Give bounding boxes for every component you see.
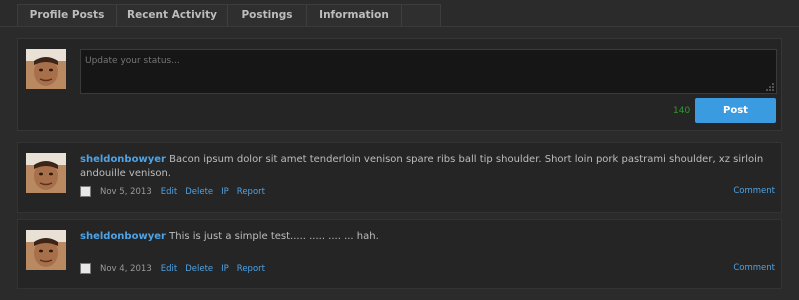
user-avatar-icon xyxy=(26,230,66,270)
profile-post: sheldonbowyer This is just a simple test… xyxy=(17,219,782,289)
avatar xyxy=(26,49,66,89)
comment-link[interactable]: Comment xyxy=(733,263,775,273)
edit-link[interactable]: Edit xyxy=(161,264,177,274)
select-checkbox[interactable] xyxy=(80,263,91,274)
post-message: Bacon ipsum dolor sit amet tenderloin ve… xyxy=(80,154,764,179)
tab-extra[interactable] xyxy=(402,5,440,27)
author-link[interactable]: sheldonbowyer xyxy=(80,154,166,165)
tab-information[interactable]: Information xyxy=(307,5,402,27)
user-avatar-icon xyxy=(26,153,66,193)
delete-link[interactable]: Delete xyxy=(185,264,213,274)
delete-link[interactable]: Delete xyxy=(185,187,213,197)
post-meta: Nov 5, 2013 Edit Delete IP Report xyxy=(80,186,273,197)
post-meta: Nov 4, 2013 Edit Delete IP Report xyxy=(80,263,273,274)
tab-recent-activity[interactable]: Recent Activity xyxy=(117,5,228,27)
resize-grip-icon[interactable] xyxy=(765,82,775,92)
tab-profile-posts[interactable]: Profile Posts xyxy=(18,5,117,27)
select-checkbox[interactable] xyxy=(80,186,91,197)
status-update-box: 140 Post xyxy=(17,38,782,131)
post-date: Nov 5, 2013 xyxy=(100,186,152,197)
comment-link[interactable]: Comment xyxy=(733,186,775,196)
status-input[interactable] xyxy=(80,49,777,94)
report-link[interactable]: Report xyxy=(237,187,265,197)
tab-postings[interactable]: Postings xyxy=(228,5,307,27)
post-body: sheldonbowyer This is just a simple test… xyxy=(80,230,770,244)
post-date: Nov 4, 2013 xyxy=(100,263,152,274)
report-link[interactable]: Report xyxy=(237,264,265,274)
author-link[interactable]: sheldonbowyer xyxy=(80,231,166,242)
post-body: sheldonbowyer Bacon ipsum dolor sit amet… xyxy=(80,153,770,181)
profile-post: sheldonbowyer Bacon ipsum dolor sit amet… xyxy=(17,142,782,213)
post-message: This is just a simple test..... ..... ..… xyxy=(169,231,379,242)
profile-tabs: Profile Posts Recent Activity Postings I… xyxy=(17,4,441,27)
avatar[interactable] xyxy=(26,230,66,270)
ip-link[interactable]: IP xyxy=(221,264,229,274)
user-avatar-icon xyxy=(26,49,66,89)
post-button[interactable]: Post xyxy=(695,98,776,123)
edit-link[interactable]: Edit xyxy=(161,187,177,197)
tabs-divider xyxy=(0,26,799,27)
ip-link[interactable]: IP xyxy=(221,187,229,197)
character-counter: 140 xyxy=(673,106,691,116)
avatar[interactable] xyxy=(26,153,66,193)
